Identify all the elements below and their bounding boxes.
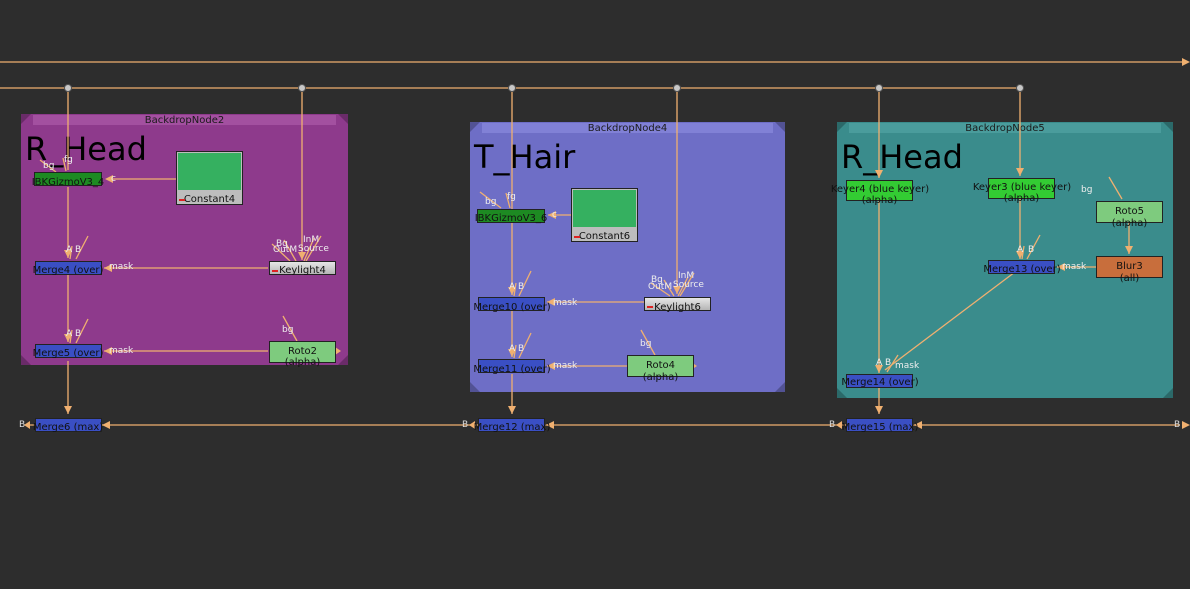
input-label-b: B xyxy=(462,420,469,430)
backdrop-title: BackdropNode2 xyxy=(144,115,225,126)
input-label-b: B xyxy=(885,358,892,368)
input-label-source: Source xyxy=(673,280,704,290)
input-label-bg: bg xyxy=(485,197,497,207)
backdrop-label: R_Head xyxy=(841,138,963,176)
backdrop-title: BackdropNode5 xyxy=(965,123,1045,134)
node-label: Merge13 (over) xyxy=(983,264,1061,275)
input-label-b: B xyxy=(1028,245,1035,255)
dot-node[interactable] xyxy=(1016,84,1024,92)
input-label-mask: mask xyxy=(895,361,920,371)
node-label: Merge10 (over) xyxy=(473,302,551,313)
node-label: Constant6 xyxy=(578,231,631,242)
input-label-a: A xyxy=(1017,245,1024,255)
backdrop-title: BackdropNode4 xyxy=(587,123,668,134)
dot-node[interactable] xyxy=(673,84,681,92)
node-sublabel: (alpha) xyxy=(284,357,321,368)
node-label: Merge5 (over) xyxy=(32,348,104,359)
input-label-mask: mask xyxy=(109,262,134,272)
node-label: Roto2 xyxy=(287,346,318,357)
input-label-fg: fg xyxy=(507,192,516,202)
input-label-b: B xyxy=(829,420,836,430)
constant-thumbnail xyxy=(573,190,636,227)
node-label: Constant4 xyxy=(183,194,236,205)
node-sublabel: (alpha) xyxy=(1111,218,1148,229)
input-label-a: A xyxy=(66,245,73,255)
node-label: Keyer3 (blue keyer) xyxy=(972,182,1072,193)
input-label-source: Source xyxy=(298,244,329,254)
node-label: Keylight4 xyxy=(279,265,326,276)
input-label-outm: OutM xyxy=(273,245,298,255)
input-label-bg: bg xyxy=(640,339,652,349)
node-sublabel: (alpha) xyxy=(642,372,679,383)
input-label-fg: fg xyxy=(64,155,73,165)
input-label-a: A xyxy=(876,358,883,368)
node-sublabel: (alpha) xyxy=(1003,193,1040,204)
dot-node[interactable] xyxy=(64,84,72,92)
input-label-outm: OutM xyxy=(648,282,673,292)
constant-thumbnail xyxy=(178,153,241,190)
node-label: Merge15 (max) xyxy=(841,422,919,433)
node-label: Keylight6 xyxy=(654,302,701,313)
node-label: IBKGizmoV3_6 xyxy=(474,213,548,224)
input-label-b: B xyxy=(518,282,525,292)
node-label: IBKGizmoV3_4 xyxy=(31,177,105,188)
backdrop-label: T_Hair xyxy=(474,138,576,176)
input-label-mask: mask xyxy=(553,361,578,371)
input-label-c: c xyxy=(111,174,116,184)
input-label-b: B xyxy=(19,420,26,430)
input-label-a: A xyxy=(66,329,73,339)
input-label-b: B xyxy=(518,344,525,354)
input-label-a: A xyxy=(509,344,516,354)
node-sublabel: (alpha) xyxy=(861,195,898,206)
input-label-mask: mask xyxy=(553,298,578,308)
input-label-b: B xyxy=(1174,420,1181,430)
input-label-a: A xyxy=(509,282,516,292)
input-label-c: c xyxy=(552,210,557,220)
input-label-bg: bg xyxy=(282,325,294,335)
node-sublabel: (all) xyxy=(1119,273,1140,284)
input-label-mask: mask xyxy=(1062,262,1087,272)
node-label: Blur3 xyxy=(1116,261,1143,272)
node-label: Merge14 (over) xyxy=(841,377,919,388)
input-label-mask: mask xyxy=(109,346,134,356)
node-label: Merge11 (over) xyxy=(473,364,551,375)
node-label: Merge6 (max) xyxy=(32,422,104,433)
dot-node[interactable] xyxy=(875,84,883,92)
node-label: Roto4 xyxy=(645,360,676,371)
input-label-b: B xyxy=(75,329,82,339)
node-label: Roto5 xyxy=(1114,206,1145,217)
input-label-bg: bg xyxy=(43,161,55,171)
node-label: Merge12 (max) xyxy=(473,422,551,433)
input-label-bg: bg xyxy=(1081,185,1093,195)
dot-node[interactable] xyxy=(508,84,516,92)
node-label: Merge4 (over) xyxy=(32,265,104,276)
input-label-b: B xyxy=(75,245,82,255)
node-label: Keyer4 (blue keyer) xyxy=(830,184,930,195)
dot-node[interactable] xyxy=(298,84,306,92)
